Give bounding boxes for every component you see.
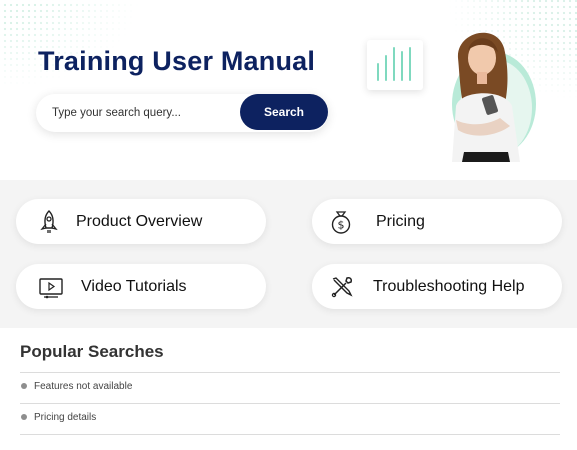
svg-text:$: $ <box>338 219 345 232</box>
search-bar: Search <box>36 94 328 132</box>
category-section: Product Overview $ Pricing Video Tutoria… <box>0 180 577 328</box>
video-player-icon <box>39 278 63 299</box>
popular-searches: Popular Searches Features not available … <box>20 342 560 435</box>
page-title: Training User Manual <box>38 46 316 76</box>
money-bag-icon: $ <box>331 211 351 234</box>
category-card-product-overview[interactable]: Product Overview <box>16 199 266 244</box>
popular-searches-heading: Popular Searches <box>20 342 164 361</box>
hero-banner: Training User Manual Search <box>0 0 577 180</box>
bullet-icon <box>21 383 27 389</box>
divider <box>20 434 560 435</box>
category-label: Pricing <box>376 213 425 230</box>
category-label: Troubleshooting Help <box>373 278 525 295</box>
category-card-video-tutorials[interactable]: Video Tutorials <box>16 264 266 309</box>
popular-search-item[interactable]: Pricing details <box>20 403 560 434</box>
bullet-icon <box>21 414 27 420</box>
search-input[interactable] <box>52 104 232 122</box>
woman-with-phone-illustration <box>452 32 536 162</box>
category-card-troubleshooting[interactable]: Troubleshooting Help <box>312 264 562 309</box>
category-card-pricing[interactable]: $ Pricing <box>312 199 562 244</box>
popular-search-link[interactable]: Pricing details <box>34 412 96 423</box>
category-label: Video Tutorials <box>81 278 187 295</box>
chart-illustration <box>367 40 423 90</box>
popular-search-item[interactable]: Features not available <box>20 372 560 403</box>
popular-search-link[interactable]: Features not available <box>34 381 132 392</box>
rocket-icon <box>40 210 58 233</box>
search-button[interactable]: Search <box>240 94 328 130</box>
wrench-screwdriver-icon <box>331 277 353 298</box>
category-label: Product Overview <box>76 213 203 230</box>
